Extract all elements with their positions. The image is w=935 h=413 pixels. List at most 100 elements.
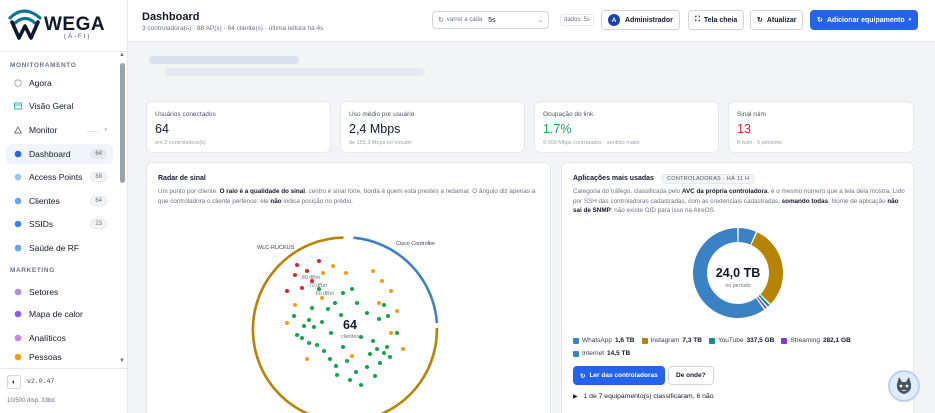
client-dot[interactable] bbox=[285, 289, 289, 293]
client-dot[interactable] bbox=[331, 264, 335, 268]
sidebar-item-agora[interactable]: Agora bbox=[6, 73, 113, 93]
client-dot[interactable] bbox=[305, 269, 309, 273]
client-dot[interactable] bbox=[295, 263, 299, 267]
client-dot[interactable] bbox=[388, 355, 392, 359]
client-dot[interactable] bbox=[382, 303, 386, 307]
scroll-thumb[interactable] bbox=[120, 63, 125, 183]
client-dot[interactable] bbox=[302, 324, 306, 328]
user-menu-button[interactable]: A Administrador bbox=[601, 10, 680, 30]
client-dot[interactable] bbox=[300, 336, 304, 340]
sidebar-item-setores[interactable]: Setores bbox=[6, 282, 113, 302]
sidebar-item-pessoas[interactable]: Pessoas bbox=[6, 350, 113, 364]
where-from-button[interactable]: De onde? bbox=[668, 366, 714, 385]
client-dot[interactable] bbox=[312, 325, 316, 329]
theme-toggle-button[interactable]: ◐ bbox=[7, 375, 21, 389]
client-dot[interactable] bbox=[335, 373, 339, 377]
client-dot[interactable] bbox=[321, 271, 325, 275]
client-dot[interactable] bbox=[373, 374, 377, 378]
refresh-interval-select[interactable]: ↻ varrer a cada 5s ⌄ bbox=[432, 11, 549, 29]
client-dot[interactable] bbox=[310, 279, 314, 283]
sidebar-item-clientes[interactable]: Clientes 64 bbox=[6, 191, 113, 211]
sidebar-item-ssids[interactable]: SSIDs 23 bbox=[6, 214, 113, 234]
client-dot[interactable] bbox=[320, 320, 324, 324]
client-dot[interactable] bbox=[334, 364, 338, 368]
client-dot[interactable] bbox=[386, 314, 390, 318]
client-dot[interactable] bbox=[317, 287, 321, 291]
client-dot[interactable] bbox=[295, 333, 299, 337]
client-dot[interactable] bbox=[305, 357, 309, 361]
client-dot[interactable] bbox=[344, 271, 348, 275]
sidebar-item-analiticos[interactable]: Analíticos bbox=[6, 328, 113, 348]
client-dot[interactable] bbox=[293, 303, 297, 307]
client-dot[interactable] bbox=[315, 343, 319, 347]
client-dot[interactable] bbox=[285, 321, 289, 325]
client-dot[interactable] bbox=[395, 309, 399, 313]
client-dot[interactable] bbox=[322, 349, 326, 353]
signal-radar[interactable]: WLC-RUCKUS Cisco Controller -80 dBm -70 … bbox=[147, 163, 551, 413]
client-dot[interactable] bbox=[328, 357, 332, 361]
client-dot[interactable] bbox=[292, 314, 296, 318]
client-dot[interactable] bbox=[389, 289, 393, 293]
client-dot[interactable] bbox=[341, 291, 345, 295]
client-dot[interactable] bbox=[354, 370, 358, 374]
scroll-down-icon[interactable]: ▼ bbox=[119, 358, 125, 364]
sidebar-item-dashboard[interactable]: Dashboard 64 bbox=[6, 144, 113, 164]
client-dot[interactable] bbox=[341, 345, 345, 349]
client-dot[interactable] bbox=[350, 287, 354, 291]
sidebar-item-mapa-calor[interactable]: Mapa de calor bbox=[6, 304, 113, 324]
client-dot[interactable] bbox=[345, 359, 349, 363]
donut-slice-streaming[interactable] bbox=[756, 296, 767, 309]
donut-slice-youtube[interactable] bbox=[758, 294, 770, 307]
client-dot[interactable] bbox=[380, 279, 384, 283]
client-dot[interactable] bbox=[385, 345, 389, 349]
client-dot[interactable] bbox=[365, 311, 369, 315]
client-dot[interactable] bbox=[368, 352, 372, 356]
client-dot[interactable] bbox=[395, 331, 399, 335]
client-dot[interactable] bbox=[320, 296, 324, 300]
client-dot[interactable] bbox=[329, 331, 333, 335]
sidebar-item-saude-rf[interactable]: Saúde de RF bbox=[6, 238, 113, 258]
client-dot[interactable] bbox=[326, 307, 330, 311]
client-dot[interactable] bbox=[350, 354, 354, 358]
donut-slice-whatsapp[interactable] bbox=[738, 228, 756, 245]
sidebar-item-visao-geral[interactable]: Visão Geral bbox=[6, 96, 113, 116]
sidebar-item-access-points[interactable]: Access Points 88 bbox=[6, 167, 113, 187]
client-dot[interactable] bbox=[401, 347, 405, 351]
legend-value: 14,5 TB bbox=[607, 350, 631, 357]
client-dot[interactable] bbox=[375, 347, 379, 351]
client-dot[interactable] bbox=[389, 331, 393, 335]
sidebar-item-monitor[interactable]: Monitor ...... ▾ bbox=[6, 120, 113, 140]
classified-summary[interactable]: ▶ 1 de 7 equipamento(s) classificaram, 6… bbox=[573, 393, 713, 400]
client-dot[interactable] bbox=[377, 317, 381, 321]
client-dot[interactable] bbox=[348, 378, 352, 382]
legend-name: WhatsApp bbox=[582, 337, 612, 344]
fullscreen-button[interactable]: ⛶ Tela cheia bbox=[688, 10, 745, 30]
client-dot[interactable] bbox=[293, 273, 297, 277]
logo[interactable]: WEGA (A-FI) bbox=[6, 6, 121, 42]
refresh-button[interactable]: ↻ Atualizar bbox=[750, 10, 804, 30]
client-dot[interactable] bbox=[317, 259, 321, 263]
assistant-avatar[interactable] bbox=[888, 370, 920, 402]
chevron-down-icon[interactable]: ▾ bbox=[104, 127, 107, 133]
client-dot[interactable] bbox=[310, 306, 314, 310]
client-dot[interactable] bbox=[371, 339, 375, 343]
count-badge: 88 bbox=[90, 172, 107, 182]
client-dot[interactable] bbox=[359, 383, 363, 387]
client-dot[interactable] bbox=[300, 286, 304, 290]
client-dot[interactable] bbox=[307, 341, 311, 345]
client-dot[interactable] bbox=[371, 269, 375, 273]
client-dot[interactable] bbox=[382, 351, 386, 355]
client-dot[interactable] bbox=[377, 301, 381, 305]
scroll-up-icon[interactable]: ▲ bbox=[119, 52, 125, 58]
add-equipment-button[interactable]: ↻ Adicionar equipamento ▾ bbox=[810, 10, 919, 30]
client-dot[interactable] bbox=[339, 313, 343, 317]
client-dot[interactable] bbox=[333, 301, 337, 305]
legend-swatch bbox=[708, 337, 715, 344]
read-controllers-button[interactable]: ↻ Ler das controladoras bbox=[573, 366, 665, 385]
sidebar-scrollbar[interactable]: ▲ ▼ bbox=[119, 52, 125, 367]
client-dot[interactable] bbox=[307, 318, 311, 322]
client-dot[interactable] bbox=[365, 365, 369, 369]
client-dot[interactable] bbox=[355, 301, 359, 305]
client-dot[interactable] bbox=[359, 335, 363, 339]
client-dot[interactable] bbox=[378, 361, 382, 365]
